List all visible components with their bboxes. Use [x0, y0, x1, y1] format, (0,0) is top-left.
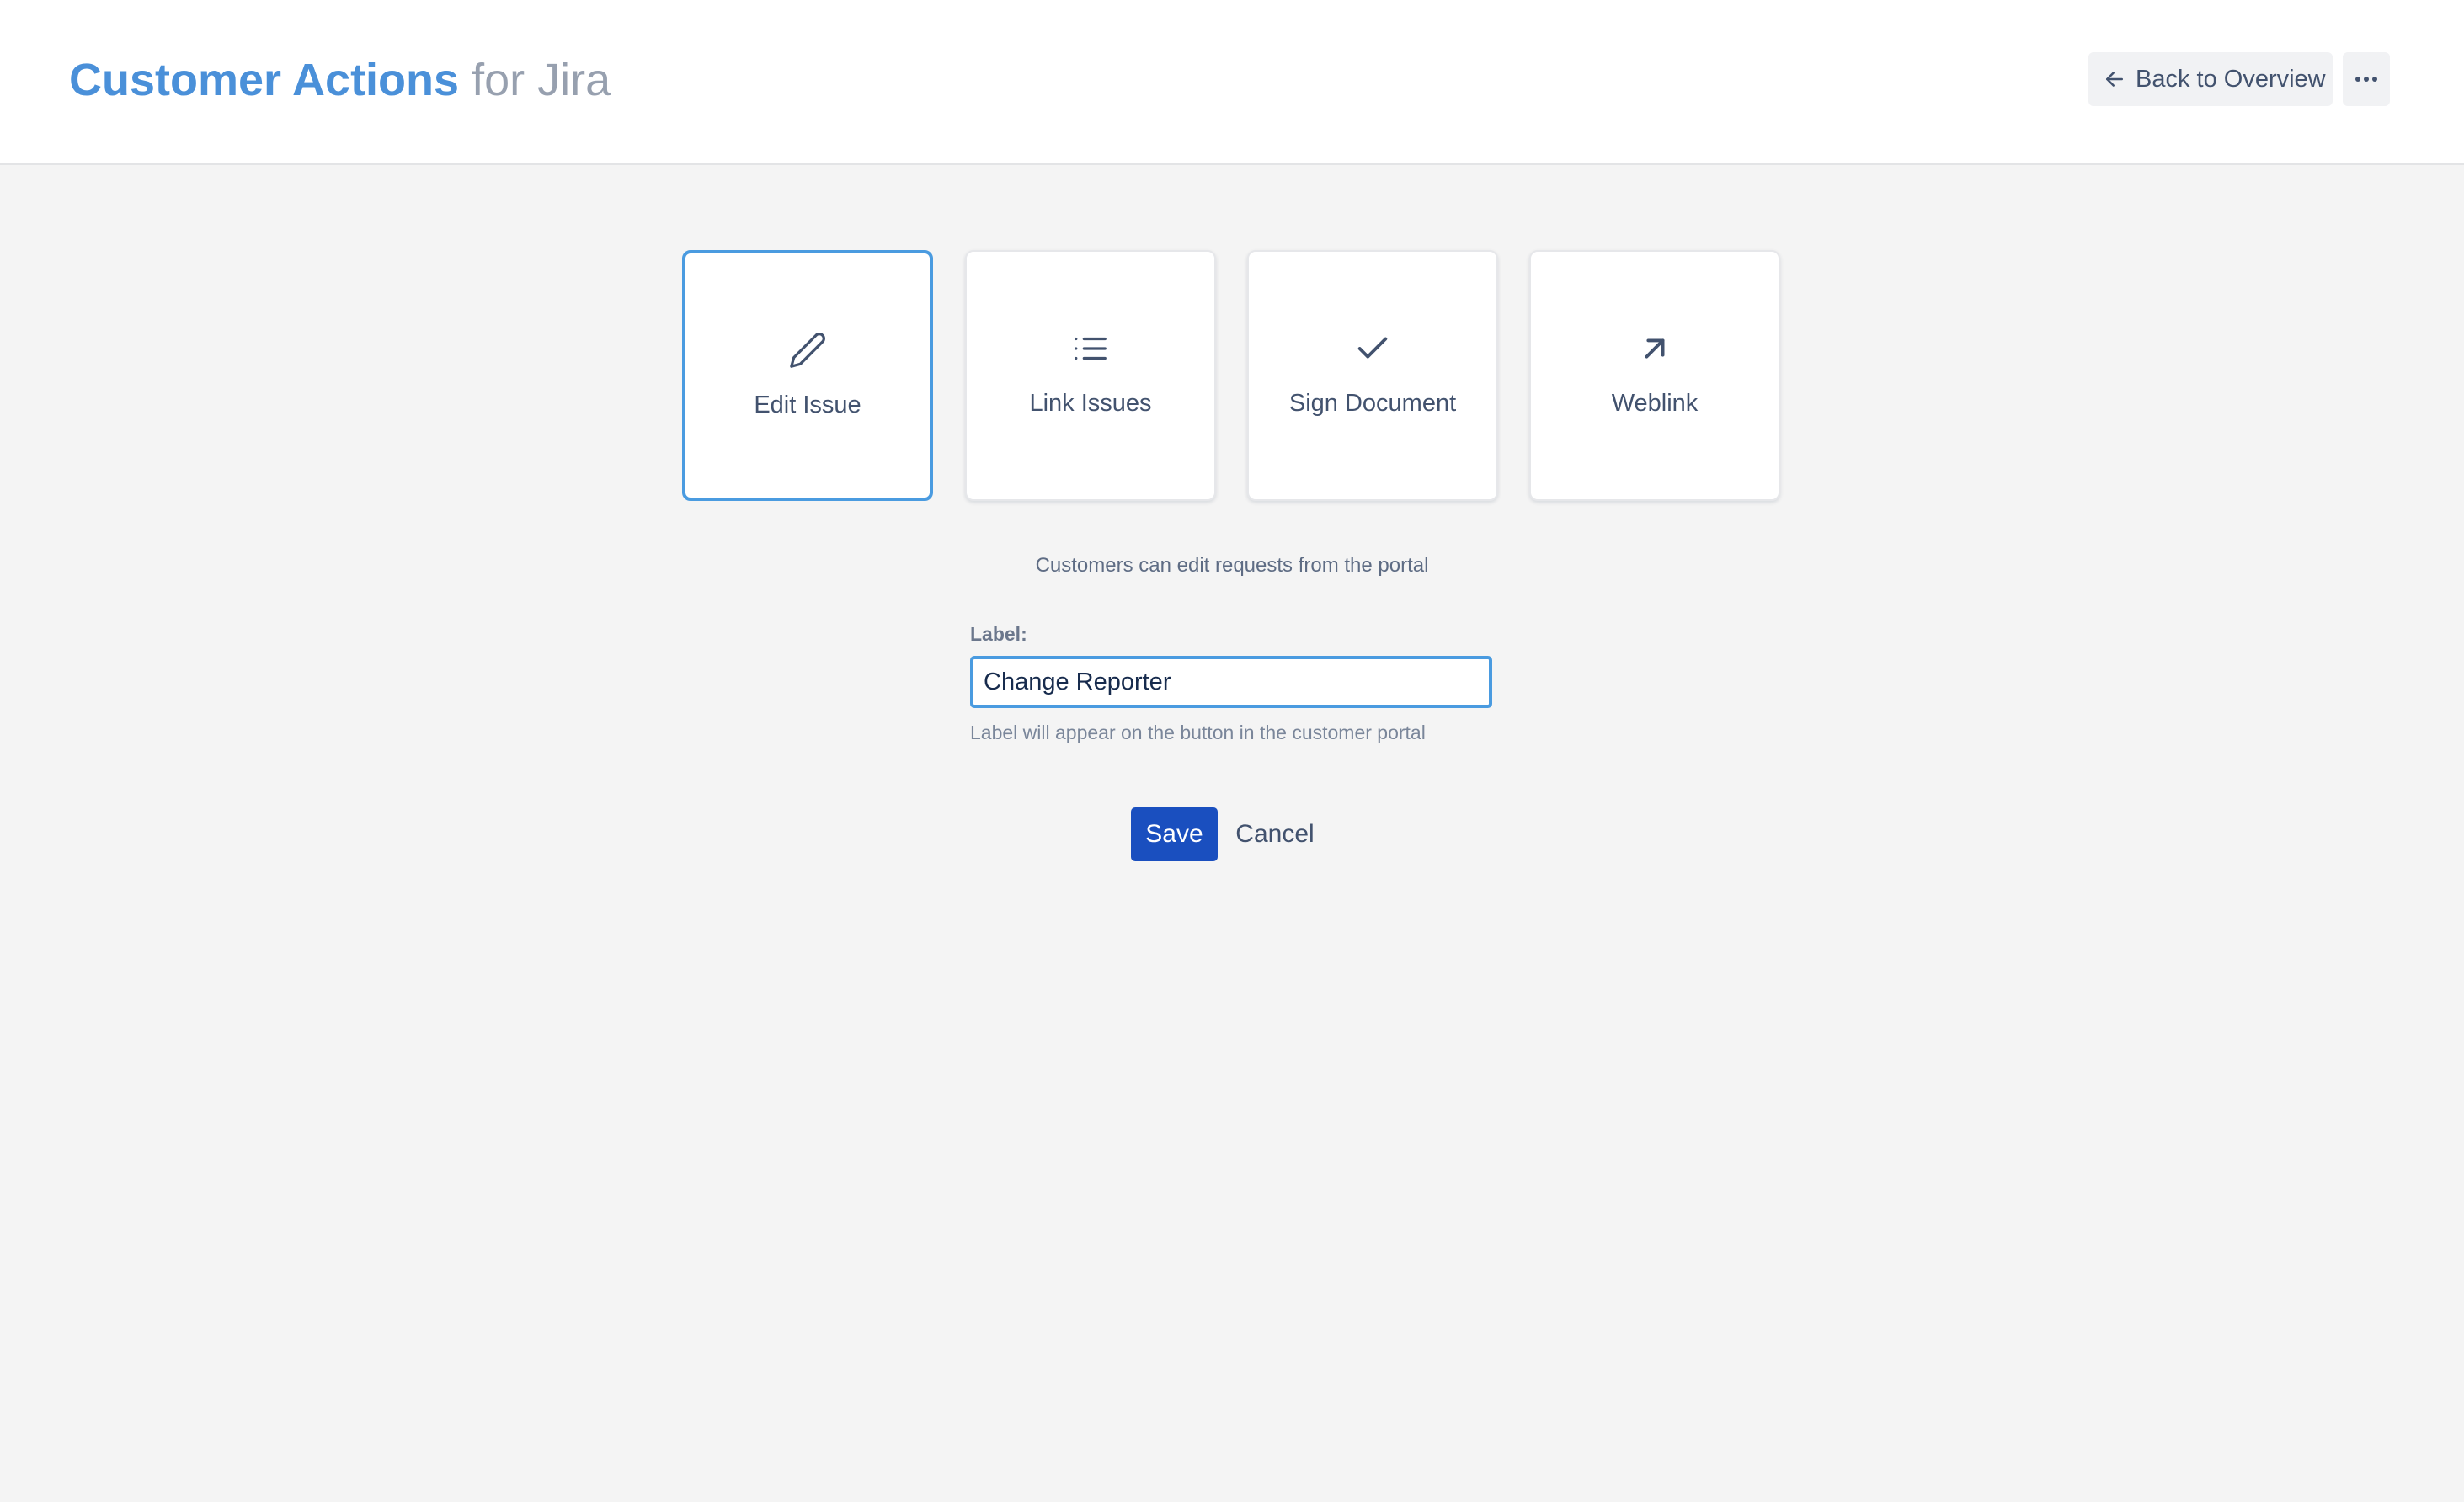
action-card-edit-issue[interactable]: Edit Issue — [682, 250, 933, 501]
label-input[interactable] — [970, 656, 1492, 708]
back-to-overview-label: Back to Overview — [2136, 65, 2326, 93]
label-field-help: Label will appear on the button in the c… — [970, 722, 1426, 743]
save-button[interactable]: Save — [1131, 807, 1218, 861]
action-description: Customers can edit requests from the por… — [1035, 554, 1429, 577]
app-title-brand: Customer Actions — [69, 55, 460, 105]
top-header: Customer Actions for Jira Back to Overvi… — [0, 0, 2464, 165]
pencil-icon — [685, 329, 930, 371]
action-card-weblink[interactable]: Weblink — [1529, 250, 1780, 501]
action-card-link-issues[interactable]: Link Issues — [965, 250, 1216, 501]
arrow-up-right-icon — [1531, 328, 1779, 370]
action-type-selector: Edit Issue Link Issues Sign Document Web… — [682, 250, 1782, 503]
action-card-sign-document[interactable]: Sign Document — [1247, 250, 1498, 501]
back-to-overview-button[interactable]: Back to Overview — [2088, 52, 2333, 106]
checkmark-icon — [1249, 328, 1496, 370]
more-actions-button[interactable] — [2343, 52, 2390, 106]
list-icon — [967, 328, 1214, 370]
arrow-left-icon — [2102, 67, 2127, 92]
label-field-title: Label: — [970, 623, 1027, 645]
action-card-label: Edit Issue — [754, 391, 861, 418]
action-card-label: Link Issues — [1029, 390, 1152, 417]
action-card-label: Weblink — [1611, 390, 1699, 417]
more-horizontal-icon — [2355, 75, 2378, 83]
app-title: Customer Actions for Jira — [69, 51, 611, 109]
cancel-button[interactable]: Cancel — [1228, 807, 1322, 861]
app-title-suffix: for Jira — [472, 55, 611, 105]
action-card-label: Sign Document — [1288, 390, 1457, 417]
